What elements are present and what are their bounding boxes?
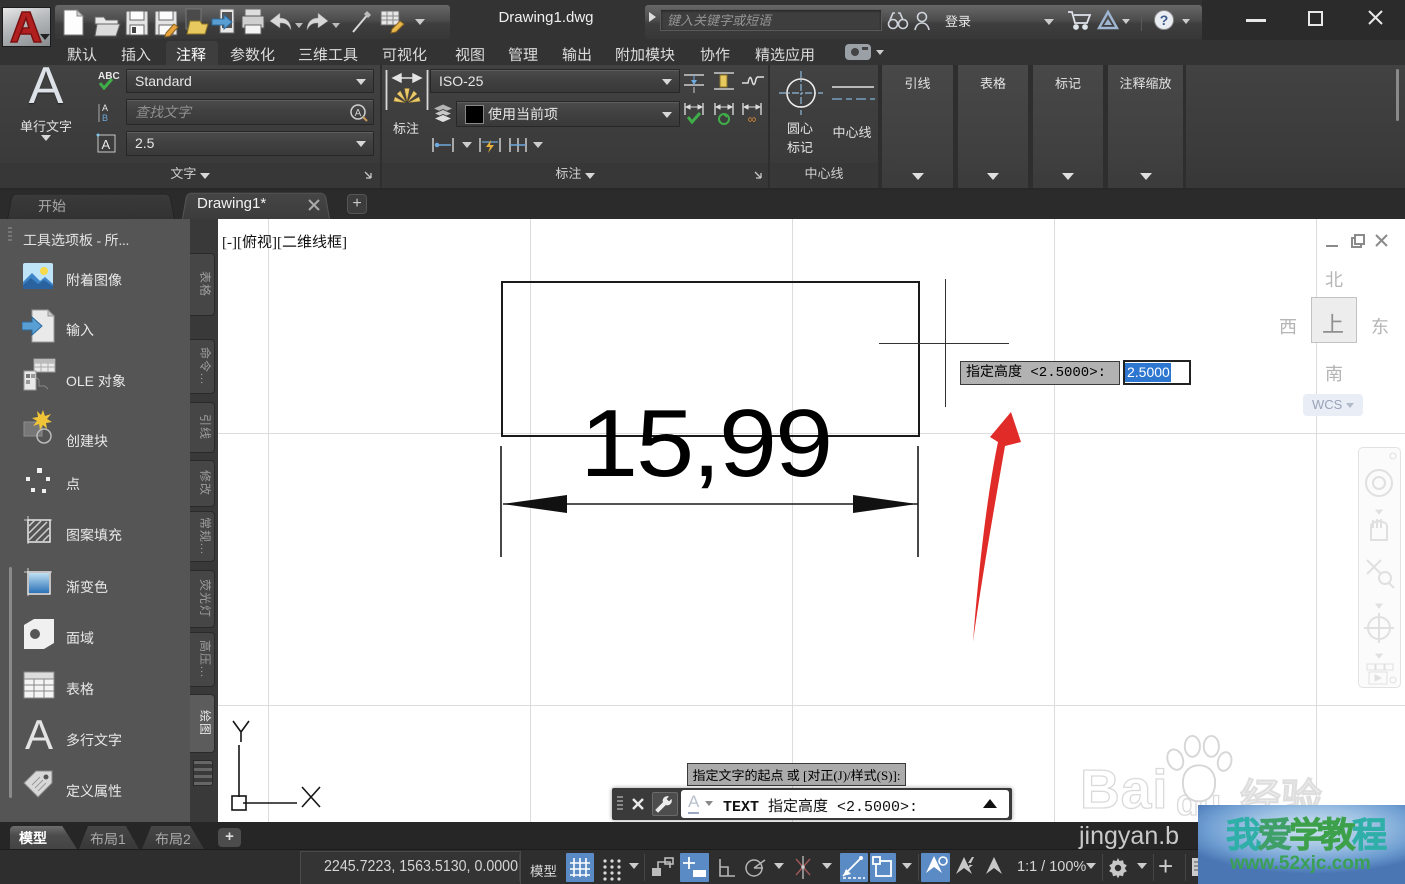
svg-text:?: ? [1160, 12, 1169, 28]
svg-text:∞: ∞ [748, 112, 757, 126]
svg-text:A: A [355, 108, 362, 119]
svg-text:B: B [102, 113, 108, 123]
svg-text:A: A [102, 103, 108, 113]
svg-text:A: A [102, 137, 111, 152]
